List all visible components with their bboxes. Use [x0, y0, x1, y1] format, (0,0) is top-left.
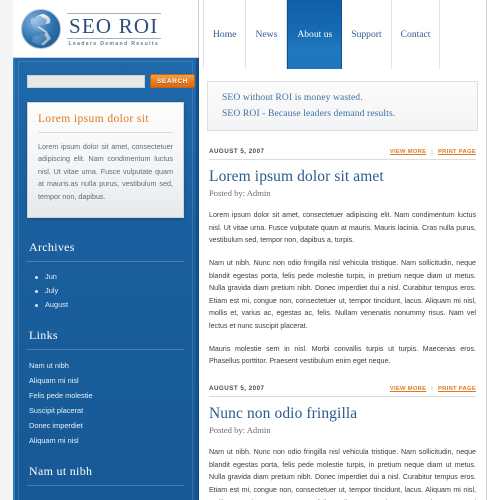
- article-meta: AUGUST 5, 2007 VIEW MORE | PRINT PAGE: [209, 148, 476, 161]
- main-navigation: Home News About us Support Contact: [199, 0, 487, 69]
- page-root: SEO ROI Leaders Demand Results SEARCH Lo…: [0, 0, 500, 500]
- sidebar-panel: SEARCH Lorem ipsum dolor sit Lorem ipsum…: [13, 56, 199, 500]
- article-date: AUGUST 5, 2007: [209, 384, 265, 392]
- links-title: Links: [27, 328, 184, 350]
- bottom-widget-title: Nam ut nibh: [27, 464, 184, 486]
- article-paragraph: Nam ut nibh. Nunc non odio fringilla nis…: [209, 448, 476, 500]
- list-item[interactable]: August: [27, 298, 184, 312]
- list-item[interactable]: Aliquam mi nisl: [27, 433, 184, 448]
- print-page-link[interactable]: PRINT PAGE: [438, 149, 476, 155]
- logo-text: SEO ROI Leaders Demand Results: [67, 11, 161, 47]
- site-logo[interactable]: SEO ROI Leaders Demand Results: [13, 0, 199, 58]
- links-list: Nam ut nibh Aliquam mi nisl Felis pede m…: [27, 358, 184, 448]
- list-item[interactable]: Nam ut nibh: [27, 358, 184, 373]
- article-title[interactable]: Lorem ipsum dolor sit amet: [209, 168, 476, 185]
- nav-item-contact[interactable]: Contact: [392, 0, 441, 69]
- article: AUGUST 5, 2007 VIEW MORE | PRINT PAGE Lo…: [199, 148, 486, 368]
- list-item[interactable]: Donec imperdiet: [27, 418, 184, 433]
- article-actions: VIEW MORE | PRINT PAGE: [390, 386, 476, 392]
- article-byline: Posted by: Admin: [209, 188, 271, 199]
- archives-title: Archives: [27, 240, 184, 262]
- widget-archives: Archives Jun July August: [27, 240, 184, 312]
- view-more-link[interactable]: VIEW MORE: [390, 386, 427, 392]
- article-body: Nam ut nibh. Nunc non odio fringilla nis…: [209, 446, 476, 500]
- widget-nam-ut-nibh: Nam ut nibh: [27, 464, 184, 486]
- article-actions: VIEW MORE | PRINT PAGE: [390, 149, 476, 155]
- list-item[interactable]: July: [27, 284, 184, 298]
- article-byline: Posted by: Admin: [209, 425, 271, 436]
- action-separator: |: [431, 385, 434, 392]
- view-more-link[interactable]: VIEW MORE: [390, 149, 427, 155]
- article-body: Lorem ipsum dolor sit amet, consectetuer…: [209, 209, 476, 368]
- print-page-link[interactable]: PRINT PAGE: [438, 386, 476, 392]
- promo-title: Lorem ipsum dolor sit: [38, 113, 173, 133]
- promo-card: Lorem ipsum dolor sit Lorem ipsum dolor …: [27, 102, 184, 218]
- article: AUGUST 5, 2007 VIEW MORE | PRINT PAGE Nu…: [199, 385, 486, 500]
- search-button[interactable]: SEARCH: [150, 74, 196, 88]
- list-item[interactable]: Aliquam mi nisl: [27, 373, 184, 388]
- article-date: AUGUST 5, 2007: [209, 148, 265, 156]
- article-title[interactable]: Nunc non odio fringilla: [209, 405, 476, 422]
- tagline-line-2: SEO ROI - Because leaders demand results…: [222, 107, 396, 119]
- brand-tagline: Leaders Demand Results: [68, 40, 160, 47]
- nav-item-home[interactable]: Home: [203, 0, 247, 69]
- action-separator: |: [431, 149, 434, 156]
- nav-item-about-us[interactable]: About us: [287, 0, 343, 69]
- seo-roi-swirl-logo-icon: [21, 8, 61, 49]
- brand-name: SEO ROI: [67, 12, 161, 39]
- article-paragraph: Nam ut nibh. Nunc non odio fringilla nis…: [209, 258, 476, 331]
- promo-body: Lorem ipsum dolor sit amet, consectetuer…: [38, 142, 173, 201]
- left-column: SEO ROI Leaders Demand Results SEARCH Lo…: [13, 0, 199, 500]
- article-meta: AUGUST 5, 2007 VIEW MORE | PRINT PAGE: [209, 385, 476, 397]
- search-input[interactable]: [27, 74, 145, 88]
- list-item[interactable]: Jun: [27, 270, 184, 284]
- main-column: Home News About us Support Contact SEO w…: [199, 0, 500, 500]
- widget-links: Links Nam ut nibh Aliquam mi nisl Felis …: [27, 328, 184, 448]
- search-form[interactable]: SEARCH: [27, 74, 196, 88]
- nav-item-support[interactable]: Support: [342, 0, 392, 69]
- tagline-box: SEO without ROI is money wasted. SEO ROI…: [207, 81, 478, 132]
- list-item[interactable]: Felis pede molestie: [27, 388, 184, 403]
- archives-list: Jun July August: [27, 270, 184, 312]
- list-item[interactable]: Suscipit placerat: [27, 403, 184, 418]
- article-paragraph: Lorem ipsum dolor sit amet, consectetuer…: [209, 211, 476, 245]
- nav-item-news[interactable]: News: [246, 0, 288, 69]
- article-paragraph: Mauris molestie sem in nisl. Morbi conva…: [209, 344, 476, 366]
- tagline-line-1: SEO without ROI is money wasted.: [222, 92, 363, 103]
